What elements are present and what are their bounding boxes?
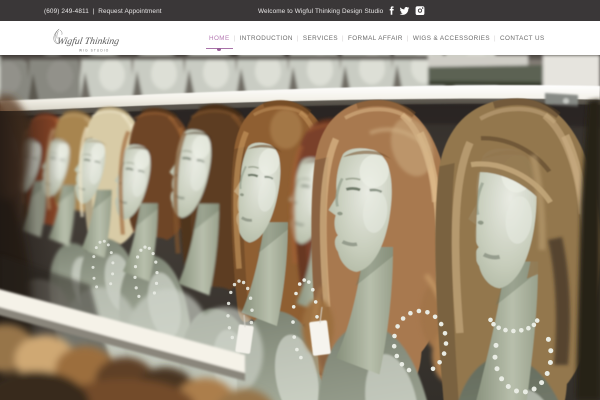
svg-text:Wigful Thinking: Wigful Thinking (56, 36, 120, 47)
svg-text:WIG STUDIO: WIG STUDIO (79, 49, 109, 53)
